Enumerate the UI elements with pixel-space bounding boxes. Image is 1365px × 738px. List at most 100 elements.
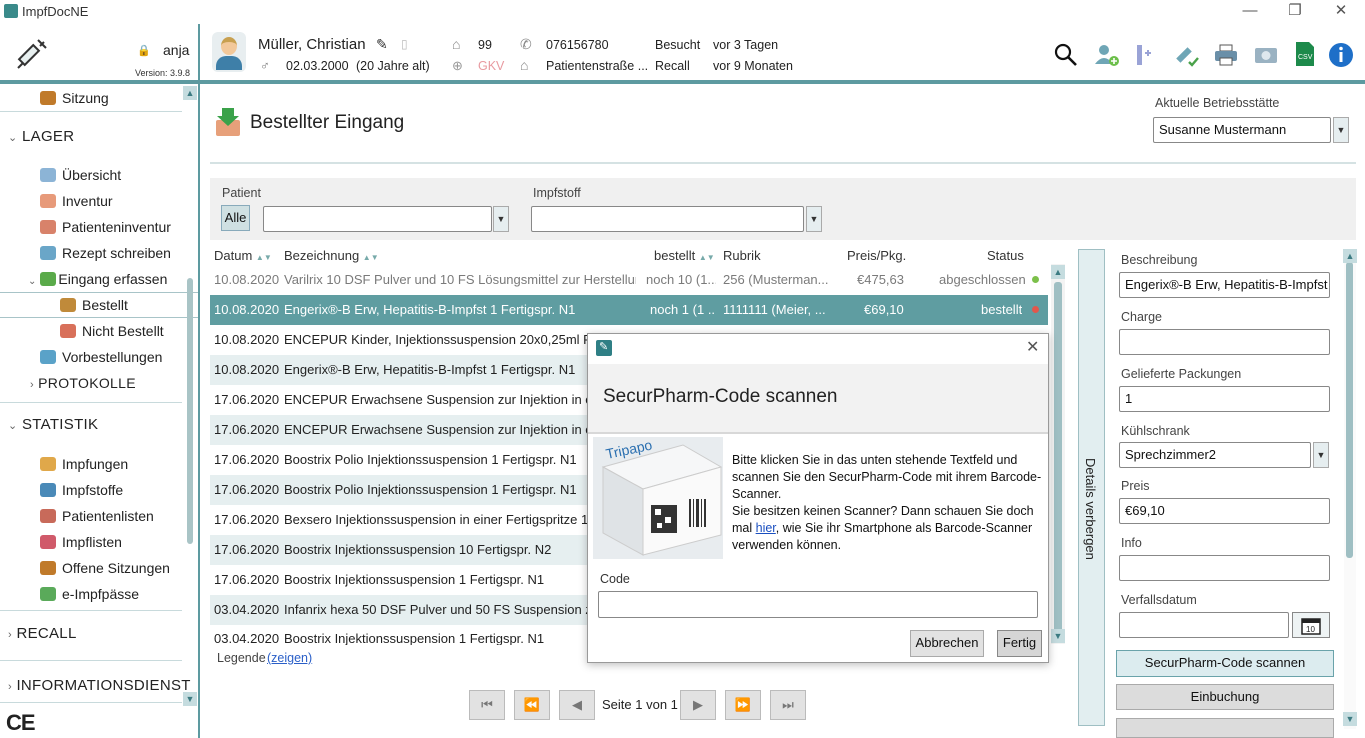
last-page-button[interactable]: ⏭	[770, 690, 806, 720]
sidebar-item-impfungen[interactable]: Impfungen	[40, 453, 128, 475]
col-header-date[interactable]: Datum ▲▼	[214, 248, 272, 263]
sidebar-item-sitzung[interactable]: Sitzung	[40, 87, 109, 109]
calendar-button[interactable]: 10	[1292, 612, 1330, 638]
sidebar-item-inventur[interactable]: Inventur	[40, 190, 113, 212]
charge-field[interactable]	[1119, 329, 1330, 355]
dialog-instructions: Bitte klicken Sie in das unten stehende …	[732, 453, 1042, 552]
dialog-close-icon[interactable]: ✕	[1026, 337, 1039, 357]
details-scroll-down[interactable]: ▼	[1343, 712, 1357, 726]
dialog-title: SecurPharm-Code scannen	[603, 386, 838, 407]
all-patients-button[interactable]: Alle	[221, 205, 250, 231]
title-divider	[210, 162, 1356, 164]
recall-label: Recall	[655, 59, 690, 73]
table-row[interactable]: 10.08.2020 Varilrix 10 DSF Pulver und 10…	[210, 265, 1048, 295]
vaccination-icon	[40, 457, 56, 471]
details-toggle-button[interactable]: Details verbergen	[1078, 249, 1105, 726]
section-lager[interactable]: ⌄ LAGER	[8, 128, 74, 145]
briefcase-open-icon	[40, 561, 56, 575]
patient-filter-input[interactable]	[263, 206, 492, 232]
minimize-button[interactable]: —	[1239, 2, 1261, 22]
first-page-button[interactable]: ⏮	[469, 690, 505, 720]
prev-page-button[interactable]: ◀	[559, 690, 595, 720]
table-scroll-down[interactable]: ▼	[1051, 629, 1065, 643]
next-page-button[interactable]: ▶	[680, 690, 716, 720]
code-input[interactable]	[598, 591, 1038, 618]
recall-value: vor 9 Monaten	[713, 59, 793, 73]
restore-button[interactable]: ❐	[1284, 2, 1306, 22]
description-field[interactable]: Engerix®-B Erw, Hepatitis-B-Impfst 1	[1119, 272, 1330, 298]
extra-button[interactable]	[1116, 718, 1334, 738]
col-header-name[interactable]: Bezeichnung ▲▼	[284, 248, 379, 263]
table-row-selected[interactable]: 10.08.2020 Engerix®-B Erw, Hepatitis-B-I…	[210, 295, 1048, 325]
sidebar-item-offene-sitzungen[interactable]: Offene Sitzungen	[40, 557, 170, 579]
sidebar-item-nicht-bestellt[interactable]: Nicht Bestellt	[60, 320, 164, 342]
vaccine-filter-dropdown[interactable]: ▼	[806, 206, 822, 232]
avatar[interactable]	[212, 32, 246, 72]
sidebar-item-patientenlisten[interactable]: Patientenlisten	[40, 505, 154, 527]
packs-field[interactable]: 1	[1119, 386, 1330, 412]
fridge-select[interactable]: Sprechzimmer2	[1119, 442, 1311, 468]
details-scrollbar-thumb[interactable]	[1346, 262, 1353, 558]
legend-show-link[interactable]: (zeigen)	[267, 651, 312, 665]
price-field[interactable]: €69,10	[1119, 498, 1330, 524]
info-icon[interactable]	[1328, 42, 1354, 68]
camera-icon[interactable]	[1253, 42, 1279, 68]
calendar-icon: 10	[1301, 618, 1321, 635]
sidebar-scrollbar-thumb[interactable]	[187, 278, 193, 544]
patient-name[interactable]: Müller, Christian	[258, 36, 366, 53]
fridge-dropdown-button[interactable]: ▼	[1313, 442, 1329, 468]
prescription-icon	[40, 246, 56, 260]
col-header-ordered[interactable]: bestellt ▲▼	[654, 248, 715, 263]
section-informationsdienst[interactable]: › INFORMATIONSDIENST	[8, 677, 191, 694]
sidebar-item-e-impfpaesse[interactable]: e-Impfpässe	[40, 583, 139, 605]
done-button[interactable]: Fertig	[997, 630, 1042, 657]
details-scroll-up[interactable]: ▲	[1343, 249, 1357, 263]
sidebar-item-eingang[interactable]: ⌄ Eingang erfassen	[28, 268, 167, 290]
sidebar-scroll-up[interactable]: ▲	[183, 86, 197, 100]
csv-export-icon[interactable]: CSV	[1293, 40, 1317, 68]
sidebar-item-impfstoffe[interactable]: Impfstoffe	[40, 479, 123, 501]
next-fast-button[interactable]: ⏩	[725, 690, 761, 720]
page-indicator: Seite 1 von 1	[602, 697, 678, 712]
info-field[interactable]	[1119, 555, 1330, 581]
sidebar-scroll-down[interactable]: ▼	[183, 692, 197, 706]
cancel-button[interactable]: Abbrechen	[910, 630, 984, 657]
page-title: Bestellter Eingang	[250, 112, 405, 133]
site-select[interactable]: Susanne Mustermann	[1153, 117, 1331, 143]
sidebar-item-rezept[interactable]: Rezept schreiben	[40, 242, 171, 264]
sidebar-item-uebersicht[interactable]: Übersicht	[40, 164, 121, 186]
book-in-button[interactable]: Einbuchung	[1116, 684, 1334, 710]
scan-securpharm-button[interactable]: SecurPharm-Code scannen	[1116, 650, 1334, 677]
sidebar-item-bestellt[interactable]: Bestellt	[60, 294, 128, 316]
table-scroll-up[interactable]: ▲	[1051, 265, 1065, 279]
sidebar-item-impflisten[interactable]: Impflisten	[40, 531, 122, 553]
sidebar-item-patienteninventur[interactable]: Patienteninventur	[40, 216, 171, 238]
vaccine-filter-input[interactable]	[531, 206, 804, 232]
col-header-rubric[interactable]: Rubrik	[723, 248, 761, 263]
col-header-price[interactable]: Preis/Pkg.	[847, 248, 906, 263]
expiry-field[interactable]	[1119, 612, 1289, 638]
syringe-check-icon[interactable]	[1173, 42, 1201, 68]
help-link[interactable]: hier	[756, 521, 776, 535]
edit-icon[interactable]: ✎	[376, 36, 388, 53]
sidebar-item-vorbestellungen[interactable]: Vorbestellungen	[40, 346, 162, 368]
trash-icon[interactable]: ▯	[401, 37, 408, 51]
print-icon[interactable]	[1213, 42, 1239, 68]
search-icon[interactable]	[1053, 42, 1079, 68]
add-patient-icon[interactable]	[1093, 42, 1121, 68]
status-ordered-dot	[1032, 306, 1039, 313]
site-dropdown-button[interactable]: ▼	[1333, 117, 1349, 143]
section-recall[interactable]: › RECALL	[8, 625, 77, 642]
app-title: ImpfDocNE	[22, 4, 89, 19]
close-window-button[interactable]: ✕	[1330, 2, 1352, 22]
col-header-status[interactable]: Status	[987, 248, 1024, 263]
overview-icon	[40, 168, 56, 182]
table-scrollbar-thumb[interactable]	[1054, 282, 1062, 632]
section-statistik[interactable]: ⌄ STATISTIK	[8, 416, 98, 433]
section-protokolle[interactable]: › PROTOKOLLE	[30, 375, 136, 391]
add-vaccination-icon[interactable]	[1133, 42, 1159, 68]
app-icon	[4, 4, 18, 18]
patient-filter-dropdown[interactable]: ▼	[493, 206, 509, 232]
receipt-icon	[40, 272, 56, 286]
prev-fast-button[interactable]: ⏪	[514, 690, 550, 720]
